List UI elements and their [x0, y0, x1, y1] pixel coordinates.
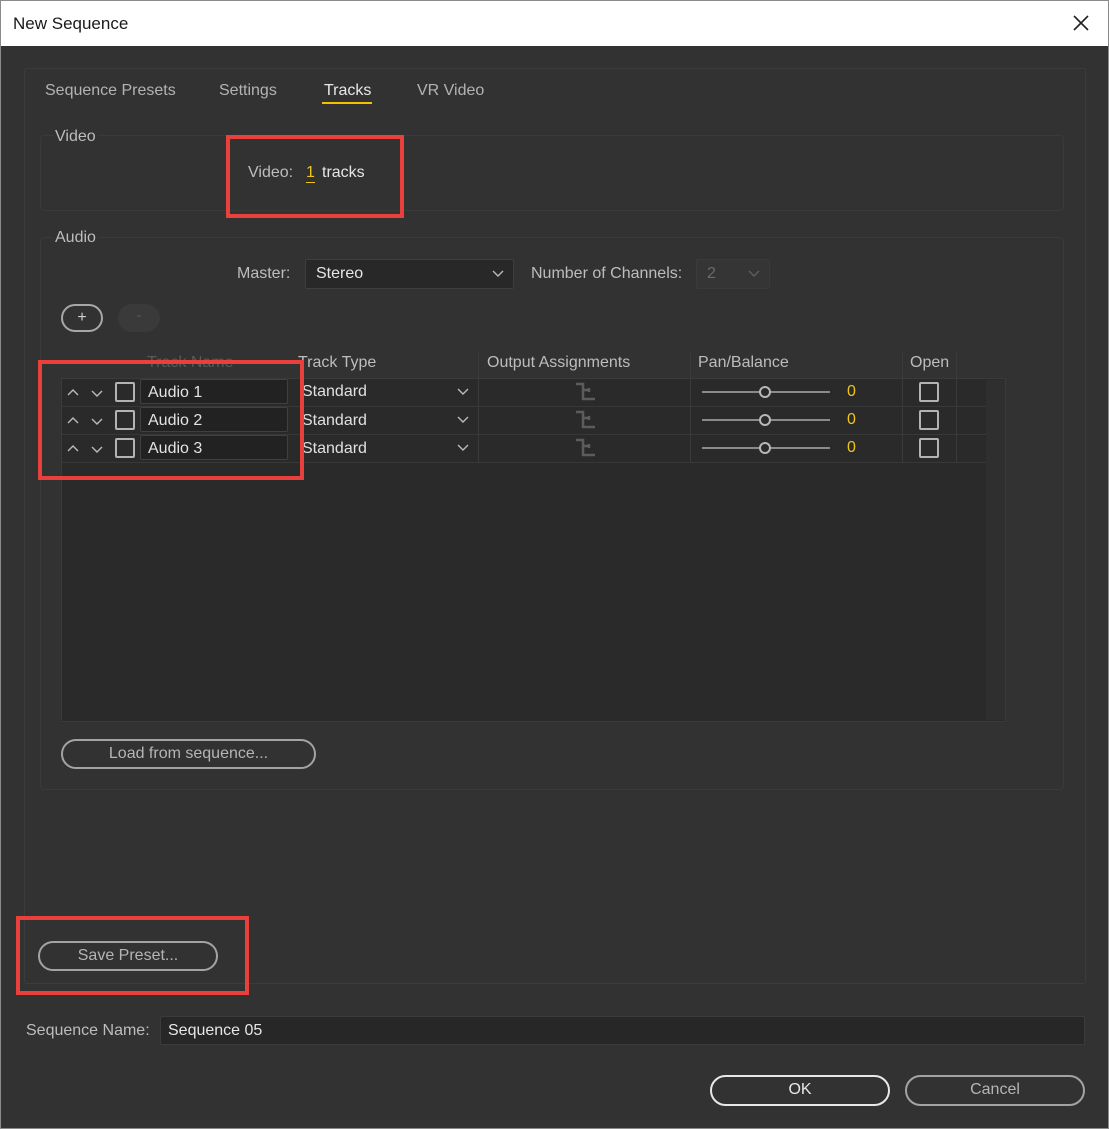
output-routing-icon — [576, 438, 595, 457]
track-type-value[interactable]: Standard — [302, 440, 367, 458]
sequence-name-label: Sequence Name: — [26, 1022, 150, 1039]
track-list-scrollbar[interactable] — [986, 380, 1005, 720]
output-routing-icon — [576, 382, 595, 401]
chevron-down-icon[interactable] — [456, 385, 470, 399]
title-bar: New Sequence — [0, 0, 1109, 46]
tab-tracks[interactable]: Tracks — [324, 82, 371, 100]
pan-value[interactable]: 0 — [847, 411, 856, 429]
sequence-name-value: Sequence 05 — [168, 1022, 263, 1039]
ok-label: OK — [788, 1081, 812, 1098]
video-group-label: Video — [53, 128, 98, 146]
pan-slider-knob[interactable] — [759, 414, 771, 426]
channels-label: Number of Channels: — [531, 265, 683, 282]
open-checkbox[interactable] — [919, 382, 939, 402]
ok-button[interactable]: OK — [710, 1075, 890, 1106]
load-from-sequence-label: Load from sequence... — [108, 745, 269, 762]
open-checkbox[interactable] — [919, 438, 939, 458]
audio-group-label: Audio — [53, 229, 98, 247]
pan-value[interactable]: 0 — [847, 383, 856, 401]
chevron-down-icon — [748, 270, 760, 277]
pan-slider-knob[interactable] — [759, 386, 771, 398]
cancel-button[interactable]: Cancel — [905, 1075, 1085, 1106]
open-checkbox[interactable] — [919, 410, 939, 430]
close-icon[interactable] — [1066, 8, 1096, 38]
output-routing-icon — [576, 410, 595, 429]
pan-slider-knob[interactable] — [759, 442, 771, 454]
tab-sequence-presets[interactable]: Sequence Presets — [45, 82, 176, 100]
tab-settings[interactable]: Settings — [219, 82, 277, 100]
column-separator — [478, 352, 479, 462]
master-label: Master: — [237, 265, 291, 282]
cancel-label: Cancel — [970, 1081, 1020, 1098]
highlight-save-preset — [16, 916, 249, 995]
window-title: New Sequence — [13, 14, 129, 33]
track-type-value[interactable]: Standard — [302, 412, 367, 430]
channels-dropdown[interactable]: 2 — [696, 259, 770, 289]
chevron-down-icon[interactable] — [456, 413, 470, 427]
chevron-down-icon[interactable] — [456, 441, 470, 455]
track-type-value[interactable]: Standard — [302, 383, 367, 401]
column-open: Open — [910, 354, 950, 371]
remove-track-label: - — [136, 307, 142, 324]
column-separator — [956, 352, 957, 462]
master-dropdown[interactable]: Stereo — [305, 259, 514, 289]
remove-track-button[interactable]: - — [118, 304, 160, 332]
channels-value: 2 — [707, 265, 716, 282]
active-tab-indicator — [322, 102, 372, 104]
chevron-down-icon — [492, 270, 504, 277]
video-group — [40, 135, 1064, 211]
add-track-button[interactable]: + — [61, 304, 103, 332]
column-track-type: Track Type — [298, 354, 377, 371]
column-pan-balance: Pan/Balance — [698, 354, 789, 371]
column-output-assignments: Output Assignments — [487, 354, 631, 371]
column-separator — [690, 352, 691, 462]
highlight-video-tracks — [226, 135, 404, 218]
pan-value[interactable]: 0 — [847, 439, 856, 457]
highlight-audio-tracks — [38, 360, 304, 480]
add-track-label: + — [77, 309, 87, 326]
column-separator — [902, 352, 903, 462]
sequence-name-input[interactable]: Sequence 05 — [160, 1016, 1085, 1045]
load-from-sequence-button[interactable]: Load from sequence... — [61, 739, 316, 769]
tab-vr-video[interactable]: VR Video — [417, 82, 484, 100]
master-value: Stereo — [316, 265, 364, 282]
